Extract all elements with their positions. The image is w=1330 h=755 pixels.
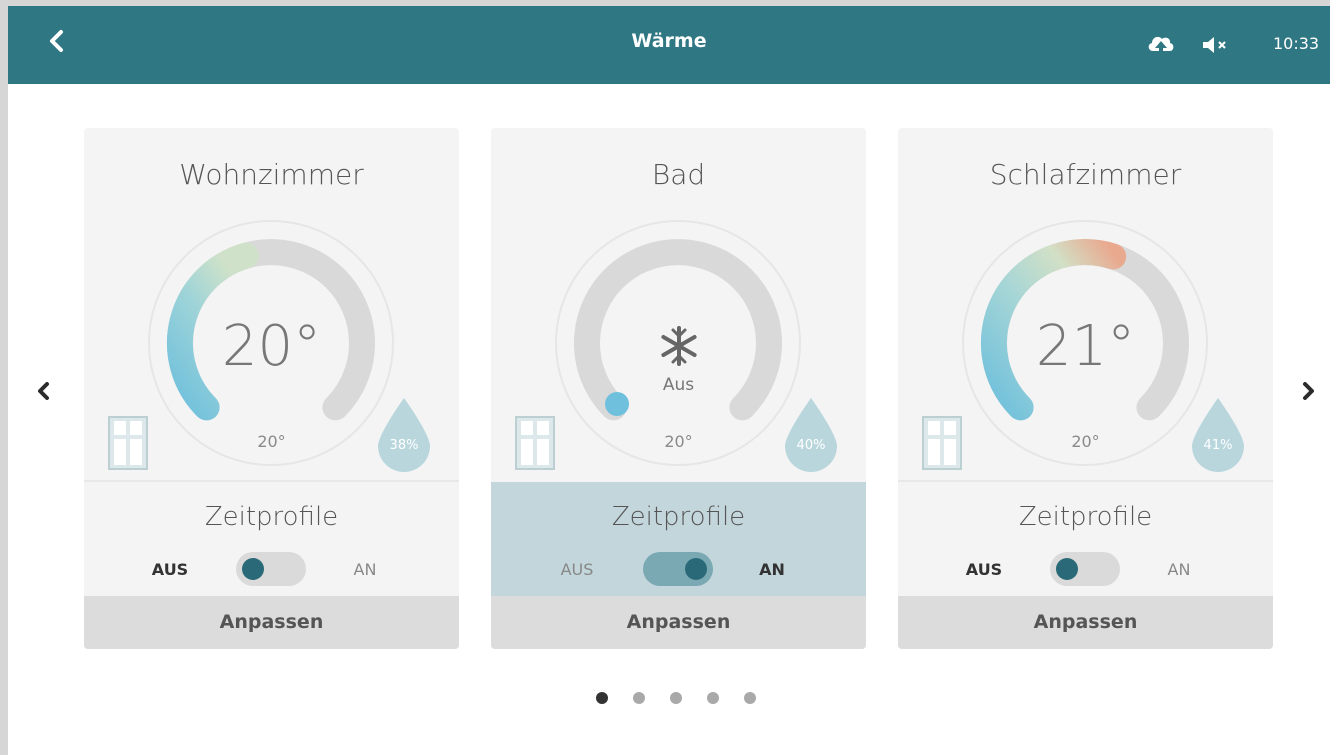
page-dot[interactable] — [670, 692, 682, 704]
toggle-off-label: AUS — [965, 560, 1003, 579]
humidity-value: 41% — [1203, 438, 1233, 453]
anpassen-button[interactable]: Anpassen — [491, 596, 866, 649]
clock-time: 10:33 — [1273, 34, 1320, 53]
toggle-on-label: AN — [1167, 560, 1191, 579]
cloud-upload-icon[interactable] — [1146, 32, 1176, 58]
room-name: Schlafzimmer — [989, 158, 1182, 191]
current-temperature: 20° — [221, 314, 322, 379]
window-icon — [515, 416, 555, 470]
previous-page-button[interactable] — [30, 374, 58, 408]
page-title: Wärme — [631, 30, 707, 52]
zeitprofile-toggle[interactable] — [1050, 552, 1120, 586]
next-page-button[interactable] — [1294, 374, 1322, 408]
page-dot[interactable] — [596, 692, 608, 704]
toggle-off-label: AUS — [151, 560, 189, 579]
toggle-knob — [242, 558, 264, 580]
zeitprofile-section: Zeitprofile AUS AN — [84, 482, 459, 596]
snowflake-icon — [661, 326, 697, 366]
humidity-value: 38% — [389, 438, 419, 453]
toggle-off-label: AUS — [560, 560, 594, 579]
toggle-on-label: AN — [759, 560, 785, 579]
chevron-left-icon — [38, 382, 49, 400]
zeitprofile-label: Zeitprofile — [611, 502, 746, 532]
humidity-drop-icon — [378, 398, 430, 472]
window-icon — [922, 416, 962, 470]
zeitprofile-toggle[interactable] — [236, 552, 306, 586]
zeitprofile-toggle-row: AUS AN — [898, 550, 1273, 590]
current-temperature: 21° — [1035, 314, 1136, 379]
page-dot[interactable] — [744, 692, 756, 704]
room-name: Wohnzimmer — [179, 158, 364, 191]
page-dot[interactable] — [707, 692, 719, 704]
humidity-drop-icon — [785, 398, 837, 472]
zeitprofile-label: Zeitprofile — [204, 502, 339, 532]
room-card-bad: Bad Aus 20° 40% Zeitprofile AUS AN Anpas… — [491, 128, 866, 649]
humidity-value: 40% — [796, 438, 826, 453]
heating-status-text: Aus — [662, 375, 695, 395]
zeitprofile-label: Zeitprofile — [1018, 502, 1153, 532]
zeitprofile-toggle-row: AUS AN — [84, 550, 459, 590]
zeitprofile-section: Zeitprofile AUS AN — [491, 482, 866, 596]
header-bar: Wärme 10:33 — [8, 6, 1330, 84]
zeitprofile-toggle[interactable] — [643, 552, 713, 586]
toggle-knob — [685, 558, 707, 580]
room-card-wohnzimmer: Wohnzimmer 20° 20° 38% Zeitprofile AUS A… — [84, 128, 459, 649]
zeitprofile-section: Zeitprofile AUS AN — [898, 482, 1273, 596]
zeitprofile-toggle-row: AUS AN — [491, 550, 866, 590]
anpassen-button[interactable]: Anpassen — [84, 596, 459, 649]
toggle-on-label: AN — [353, 560, 377, 579]
app-frame: Wärme 10:33 Wohnzimmer 20° 20° 38% Zeitp… — [8, 6, 1330, 755]
humidity-drop-icon — [1192, 398, 1244, 472]
room-name: Bad — [651, 158, 706, 191]
toggle-knob — [1056, 558, 1078, 580]
chevron-right-icon — [1303, 382, 1314, 400]
page-dot[interactable] — [633, 692, 645, 704]
anpassen-button[interactable]: Anpassen — [898, 596, 1273, 649]
window-icon — [108, 416, 148, 470]
speaker-mute-icon[interactable] — [1200, 34, 1230, 56]
room-card-schlafzimmer: Schlafzimmer 21° 20° 41% Zeitprofile AUS… — [898, 128, 1273, 649]
